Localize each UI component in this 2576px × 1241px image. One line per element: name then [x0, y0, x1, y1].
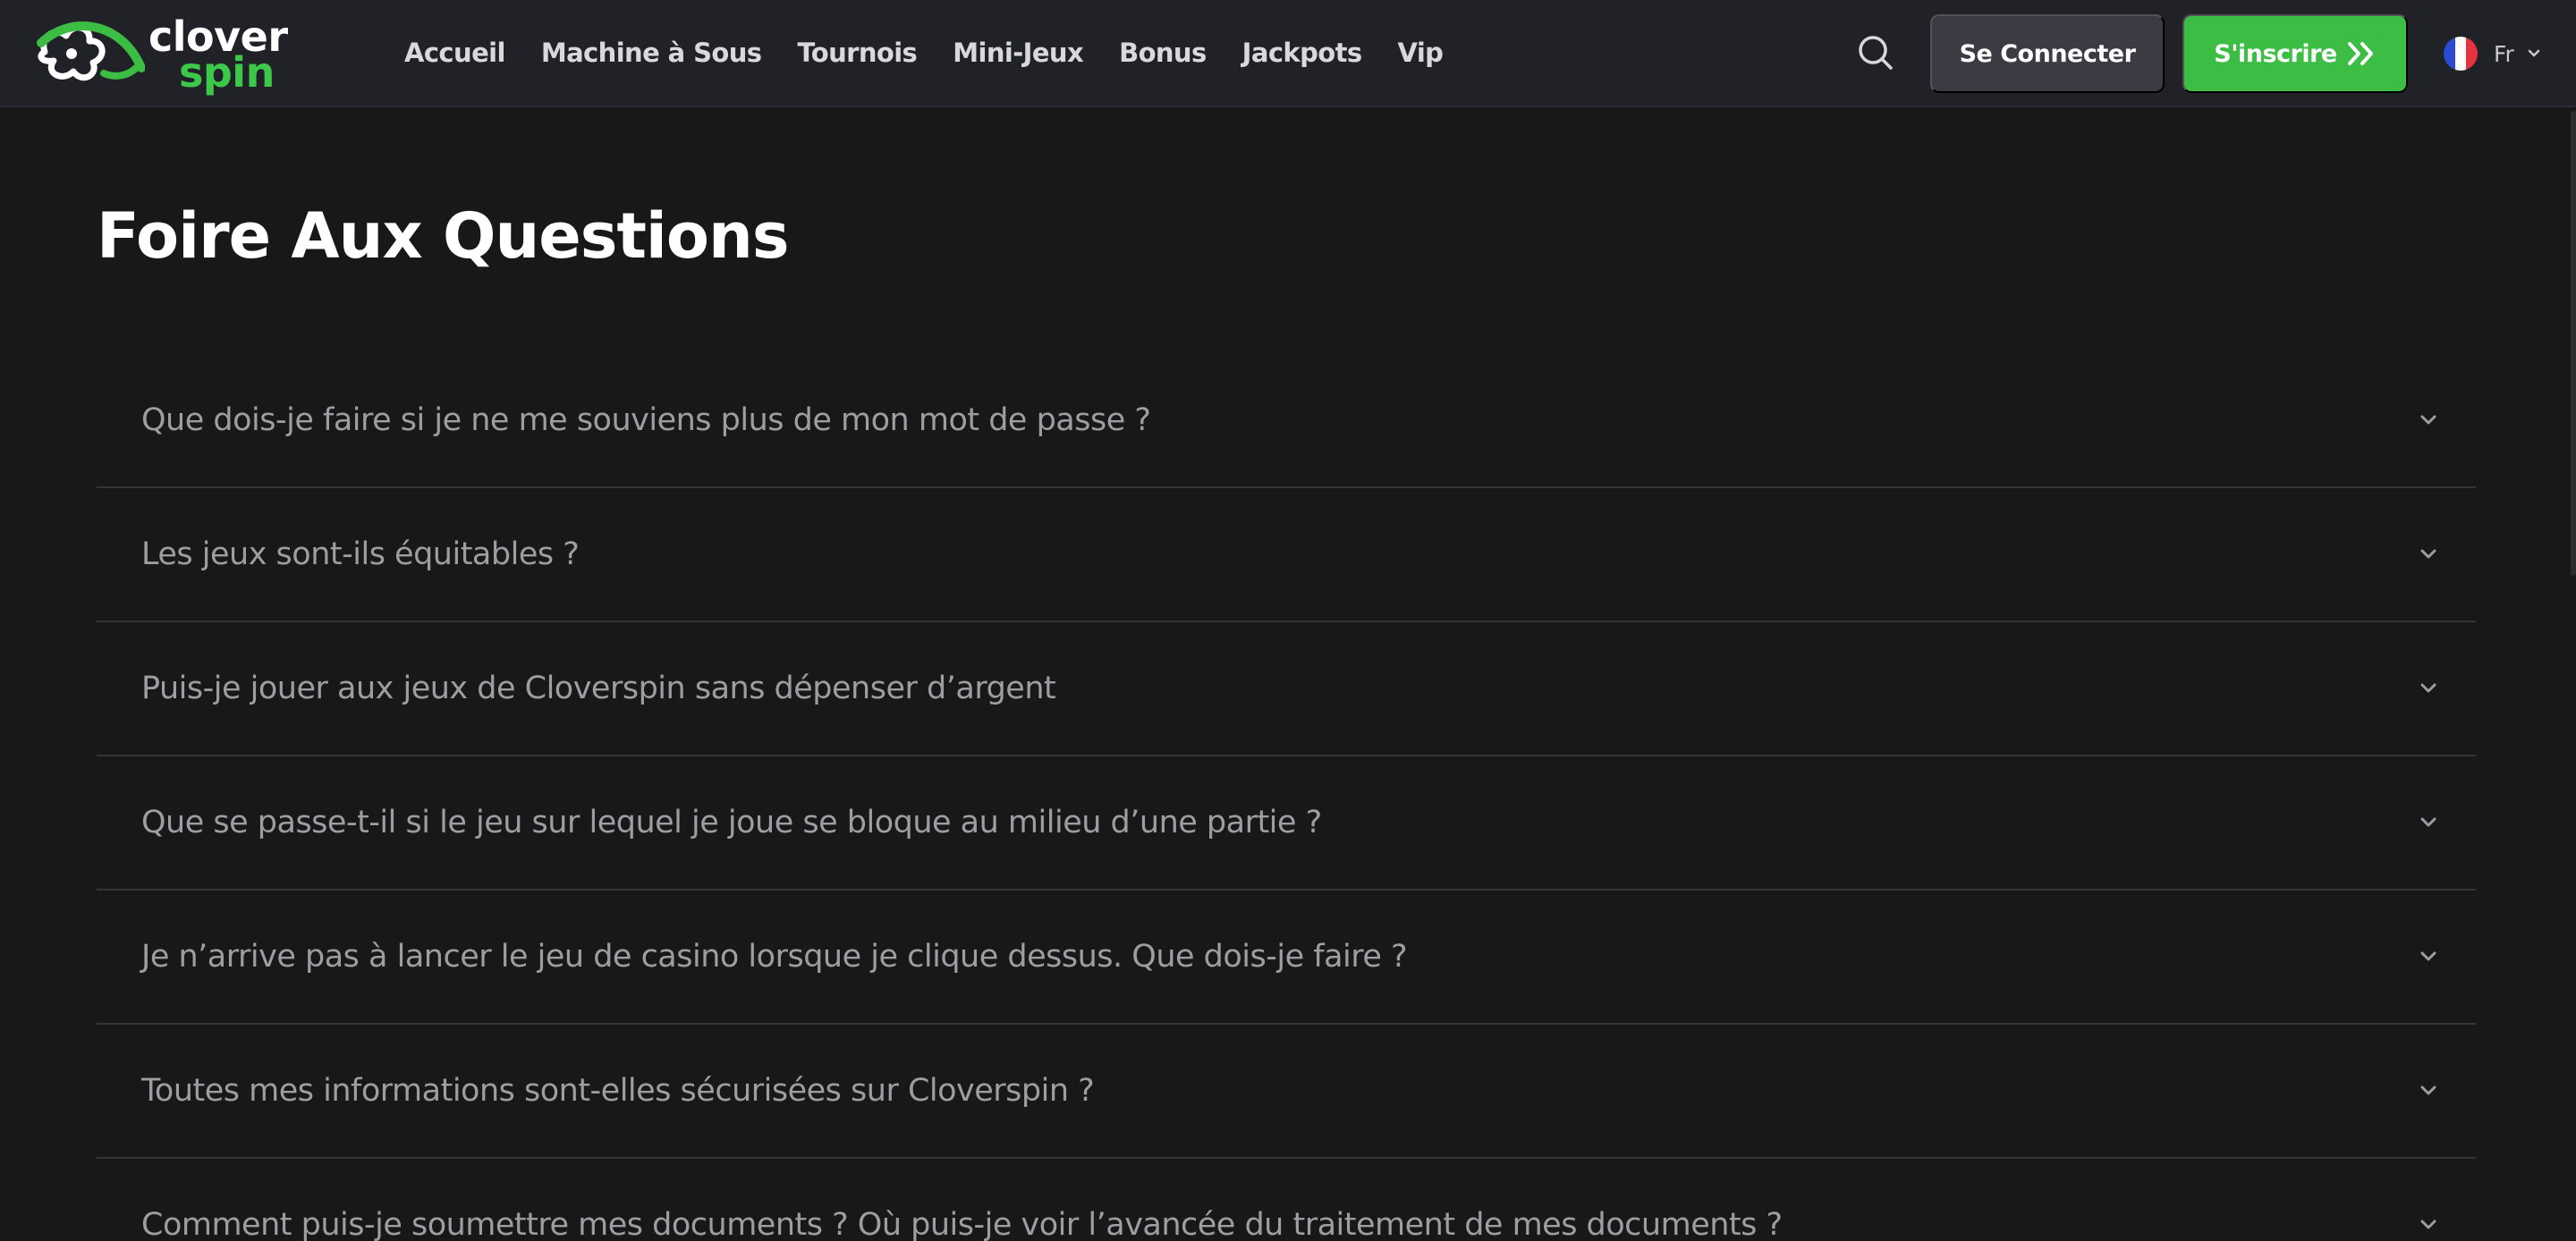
nav-item-bonus[interactable]: Bonus — [1119, 38, 1207, 68]
chevron-down-icon — [2420, 415, 2436, 425]
clover-swirl-icon — [37, 21, 145, 81]
faq-item[interactable]: Je n’arrive pas à lancer le jeu de casin… — [97, 891, 2476, 1025]
nav-item-tournois[interactable]: Tournois — [797, 38, 917, 68]
faq-question: Que se passe-t-il si le jeu sur lequel j… — [141, 805, 1322, 840]
search-button[interactable] — [1855, 32, 1896, 73]
chevron-down-icon — [2420, 1085, 2436, 1095]
faq-question: Je n’arrive pas à lancer le jeu de casin… — [141, 939, 1408, 975]
faq-question: Les jeux sont-ils équitables ? — [141, 536, 580, 572]
chevron-down-icon — [2420, 683, 2436, 693]
faq-list: Que dois-je faire si je ne me souviens p… — [97, 354, 2476, 1241]
faq-item[interactable]: Que dois-je faire si je ne me souviens p… — [97, 354, 2476, 488]
france-flag-icon — [2444, 37, 2478, 71]
double-chevron-right-icon — [2347, 42, 2373, 65]
page-scrollbar-thumb[interactable] — [2571, 111, 2576, 576]
nav-item-mini-jeux[interactable]: Mini-Jeux — [953, 38, 1083, 68]
logo-wordmark-bottom: spin — [179, 48, 275, 97]
nav-item-machine-a-sous[interactable]: Machine à Sous — [541, 38, 762, 68]
faq-question: Comment puis-je soumettre mes documents … — [141, 1207, 1783, 1241]
faq-question: Toutes mes informations sont-elles sécur… — [141, 1073, 1095, 1109]
login-button[interactable]: Se Connecter — [1930, 14, 2165, 93]
signup-button[interactable]: S'inscrire — [2182, 14, 2408, 93]
search-icon — [1859, 36, 1893, 70]
nav-item-accueil[interactable]: Accueil — [404, 38, 505, 68]
cloverspin-logo[interactable]: clover spin — [36, 16, 322, 97]
language-code: Fr — [2494, 40, 2514, 67]
faq-item[interactable]: Puis-je jouer aux jeux de Cloverspin san… — [97, 622, 2476, 756]
faq-item[interactable]: Toutes mes informations sont-elles sécur… — [97, 1025, 2476, 1159]
nav-item-vip[interactable]: Vip — [1398, 38, 1444, 68]
login-button-label: Se Connecter — [1959, 39, 2136, 68]
language-selector[interactable]: Fr — [2444, 34, 2541, 73]
site-header: clover spin Accueil Machine à Sous Tourn… — [0, 0, 2576, 107]
chevron-down-icon — [2420, 1220, 2436, 1229]
faq-item[interactable]: Comment puis-je soumettre mes documents … — [97, 1159, 2476, 1241]
faq-item[interactable]: Les jeux sont-ils équitables ? — [97, 488, 2476, 622]
faq-question: Puis-je jouer aux jeux de Cloverspin san… — [141, 671, 1056, 706]
main-nav: Accueil Machine à Sous Tournois Mini-Jeu… — [404, 0, 1479, 106]
chevron-down-icon — [2420, 817, 2436, 827]
signup-button-label: S'inscrire — [2214, 39, 2337, 68]
faq-item[interactable]: Que se passe-t-il si le jeu sur lequel j… — [97, 756, 2476, 891]
faq-question: Que dois-je faire si je ne me souviens p… — [141, 402, 1151, 438]
nav-item-jackpots[interactable]: Jackpots — [1242, 38, 1362, 68]
chevron-down-icon — [2420, 951, 2436, 961]
page-title: Foire Aux Questions — [97, 199, 789, 273]
chevron-down-icon — [2528, 49, 2540, 57]
chevron-down-icon — [2420, 549, 2436, 559]
